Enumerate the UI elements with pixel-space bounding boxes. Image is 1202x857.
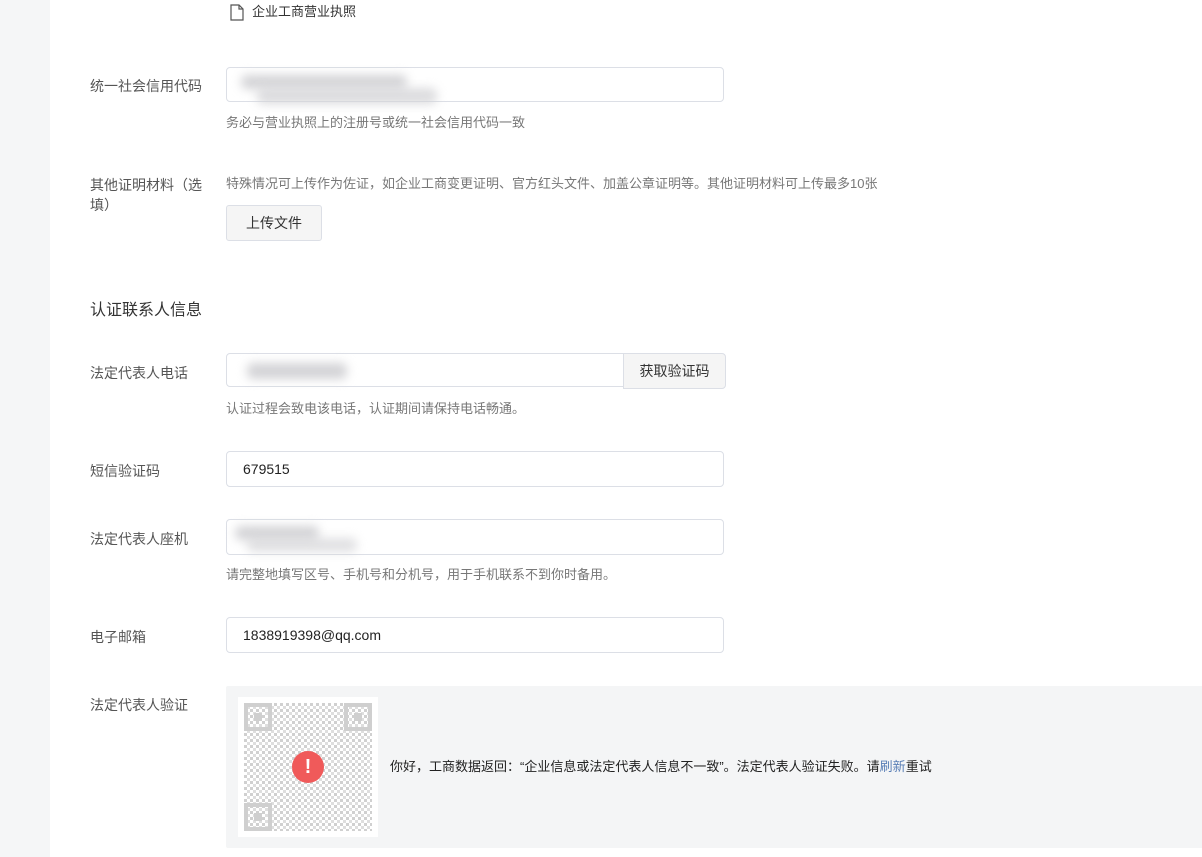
redacted-credit-code bbox=[241, 75, 407, 89]
legal-verify-label: 法定代表人验证 bbox=[90, 697, 188, 713]
landline-input[interactable] bbox=[226, 519, 724, 555]
file-icon bbox=[230, 4, 244, 21]
legal-phone-help: 认证过程会致电该电话，认证期间请保持电话畅通。 bbox=[226, 401, 526, 416]
redacted-credit-code-shadow bbox=[257, 88, 437, 104]
landline-help: 请完整地填写区号、手机号和分机号，用于手机联系不到你时备用。 bbox=[226, 567, 617, 582]
uploaded-file-name[interactable]: 企业工商营业执照 bbox=[252, 3, 356, 21]
email-input[interactable]: 1838919398@qq.com bbox=[226, 617, 724, 653]
credit-code-help: 务必与营业执照上的注册号或统一社会信用代码一致 bbox=[226, 115, 526, 130]
credit-code-label: 统一社会信用代码 bbox=[90, 78, 202, 94]
left-gutter bbox=[0, 0, 50, 857]
redacted-landline-shadow bbox=[247, 538, 357, 552]
sms-code-input[interactable]: 679515 bbox=[226, 451, 724, 487]
landline-label: 法定代表人座机 bbox=[90, 531, 188, 547]
other-docs-help: 特殊情况可上传作为佐证，如企业工商变更证明、官方红头文件、加盖公章证明等。其他证… bbox=[226, 176, 878, 191]
legal-verify-panel: ! 你好，工商数据返回：“企业信息或法定代表人信息不一致”。法定代表人验证失败。… bbox=[226, 686, 1202, 848]
verify-failed-message: 你好，工商数据返回：“企业信息或法定代表人信息不一致”。法定代表人验证失败。请刷… bbox=[390, 758, 932, 776]
verify-message-text: 你好，工商数据返回：“企业信息或法定代表人信息不一致”。法定代表人验证失败。请 bbox=[390, 759, 880, 774]
sms-code-value: 679515 bbox=[243, 461, 290, 477]
email-value: 1838919398@qq.com bbox=[243, 627, 381, 643]
other-docs-label-line1: 其他证明材料（选 bbox=[90, 177, 202, 193]
other-docs-label: 其他证明材料（选 填） bbox=[90, 175, 216, 215]
email-label: 电子邮箱 bbox=[90, 629, 146, 645]
upload-file-button[interactable]: 上传文件 bbox=[226, 205, 322, 241]
other-docs-label-line2: 填） bbox=[90, 197, 118, 213]
qr-code[interactable]: ! bbox=[238, 697, 378, 837]
redacted-phone bbox=[247, 363, 347, 379]
sms-code-label: 短信验证码 bbox=[90, 463, 160, 479]
refresh-link[interactable]: 刷新 bbox=[880, 759, 906, 774]
get-verification-code-button[interactable]: 获取验证码 bbox=[623, 353, 726, 389]
warning-icon: ! bbox=[292, 751, 324, 783]
credit-code-input[interactable] bbox=[226, 67, 724, 104]
legal-phone-input[interactable] bbox=[226, 353, 624, 387]
verify-message-retry: 重试 bbox=[905, 759, 932, 774]
legal-phone-label: 法定代表人电话 bbox=[90, 365, 188, 381]
contact-section-title: 认证联系人信息 bbox=[90, 302, 203, 319]
